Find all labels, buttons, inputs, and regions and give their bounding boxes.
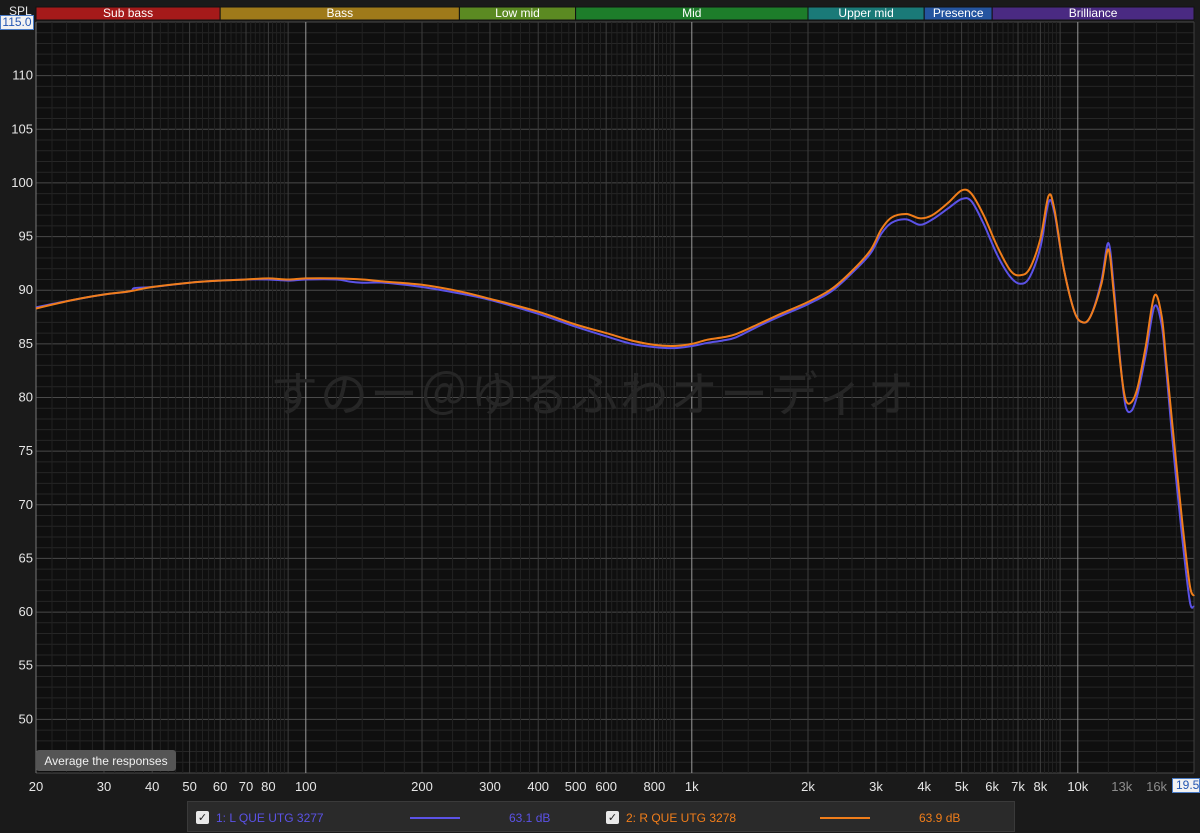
x-tick-label: 8k <box>1034 779 1048 794</box>
x-tick-label: 200 <box>411 779 433 794</box>
x-tick-label: 50 <box>182 779 196 794</box>
legend-swatch-2 <box>820 817 870 819</box>
x-tick-label: 3k <box>869 779 883 794</box>
y-tick-label: 90 <box>19 282 33 297</box>
x-tick-label: 100 <box>295 779 317 794</box>
legend-item-1[interactable]: ✓ 1: L QUE UTG 3277 <box>196 802 324 833</box>
band-label: Presence <box>933 6 984 20</box>
x-tick-label: 300 <box>479 779 501 794</box>
band-label: Bass <box>326 6 353 20</box>
watermark: すのー＠ゆるふわオーディオ <box>270 367 917 423</box>
x-tick-label: 1k <box>685 779 699 794</box>
y-tick-label: 110 <box>12 68 33 83</box>
x-tick-label: 800 <box>644 779 666 794</box>
x-tick-label: 5k <box>955 779 969 794</box>
legend-checkbox-2[interactable]: ✓ <box>606 811 619 824</box>
band-label: Sub bass <box>103 6 153 20</box>
y-tick-label: 50 <box>19 711 33 726</box>
band-label: Low mid <box>495 6 540 20</box>
x-tick-label: 70 <box>239 779 253 794</box>
x-tick-label: 2k <box>801 779 815 794</box>
y-tick-label: 105 <box>11 121 33 136</box>
x-tick-label: 400 <box>527 779 549 794</box>
y-tick-label: 70 <box>19 497 33 512</box>
y-tick-label: 95 <box>19 229 33 244</box>
y-tick-label: 75 <box>19 443 33 458</box>
x-tick-label: 60 <box>213 779 227 794</box>
legend-swatch-1 <box>410 817 460 819</box>
x-tick-label: 500 <box>565 779 587 794</box>
x-tick-label: 600 <box>595 779 617 794</box>
y-tick-label: 55 <box>19 658 33 673</box>
x-tick-label: 40 <box>145 779 159 794</box>
y-tick-label: 80 <box>19 390 33 405</box>
y-top-input[interactable]: 115.0 <box>0 15 34 30</box>
y-tick-label: 60 <box>19 604 33 619</box>
x-tick-label: 10k <box>1067 779 1088 794</box>
legend-checkbox-1[interactable]: ✓ <box>196 811 209 824</box>
x-tick-label: 80 <box>261 779 275 794</box>
y-tick-label: 85 <box>19 336 33 351</box>
band-label: Upper mid <box>838 6 893 20</box>
x-right-input[interactable]: 19.5 <box>1172 778 1200 793</box>
x-tick-label: 30 <box>97 779 111 794</box>
y-tick-label: 100 <box>11 175 33 190</box>
legend-label-1: 1: L QUE UTG 3277 <box>216 810 324 825</box>
x-tick-label: 16k <box>1146 779 1167 794</box>
legend-value-2: 63.9 dB <box>919 810 961 825</box>
average-responses-button[interactable]: Average the responses <box>36 750 176 771</box>
legend-value-1: 63.1 dB <box>509 810 551 825</box>
legend-bar: ✓ 1: L QUE UTG 3277 63.1 dB ✓ 2: R QUE U… <box>187 801 1015 832</box>
legend-item-2[interactable]: ✓ 2: R QUE UTG 3278 <box>606 802 736 833</box>
x-tick-label: 4k <box>917 779 931 794</box>
x-tick-label: 20 <box>29 779 43 794</box>
band-label: Mid <box>682 6 701 20</box>
frequency-band-bar: Sub bass Bass Low mid Mid Upper mid Presence B… <box>35 6 1195 21</box>
x-tick-label: 6k <box>985 779 999 794</box>
legend-label-2: 2: R QUE UTG 3278 <box>626 810 737 825</box>
x-tick-label: 13k <box>1111 779 1132 794</box>
y-tick-label: 65 <box>19 550 33 565</box>
x-tick-label: 7k <box>1011 779 1025 794</box>
band-label: Brilliance <box>1069 6 1118 20</box>
